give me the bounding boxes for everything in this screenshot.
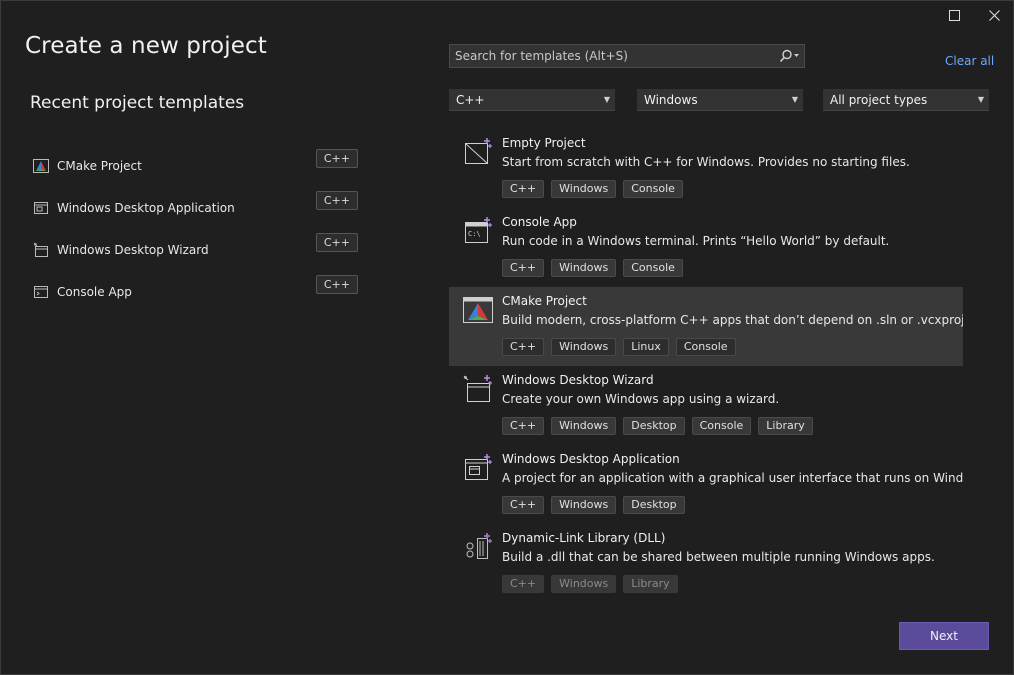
maximize-icon[interactable] <box>939 4 969 26</box>
template-tag: C++ <box>502 496 545 514</box>
template-description: A project for an application with a grap… <box>502 471 963 485</box>
template-tag: Windows <box>551 417 617 435</box>
template-tag: C++ <box>502 575 545 593</box>
language-tag: C++ <box>315 191 358 210</box>
template-description: Start from scratch with C++ for Windows.… <box>502 155 910 169</box>
template-tag: Console <box>691 417 752 435</box>
page-title: Create a new project <box>25 33 267 59</box>
platform-filter-dropdown[interactable]: Windows ▼ <box>637 89 803 111</box>
svg-text:C:\: C:\ <box>468 230 481 238</box>
template-description: Create your own Windows app using a wiza… <box>502 392 780 406</box>
template-tag: Windows <box>551 259 617 277</box>
recent-item-label: Windows Desktop Wizard <box>57 243 209 257</box>
template-tags: C++ Windows Linux Console <box>502 338 736 356</box>
template-tags: C++ Windows Desktop Console Library <box>502 417 813 435</box>
recent-item-windows-desktop-wizard[interactable]: Windows Desktop Wizard C++ <box>30 229 360 271</box>
close-icon[interactable] <box>979 4 1009 26</box>
template-description: Build modern, cross-platform C++ apps th… <box>502 313 963 327</box>
template-name: Console App <box>502 215 577 229</box>
template-tag: C++ <box>502 417 545 435</box>
template-tags: C++ Windows Console <box>502 259 683 277</box>
template-name: Windows Desktop Wizard <box>502 373 654 387</box>
template-tag: C++ <box>502 259 545 277</box>
template-results-list: Empty Project Start from scratch with C+… <box>449 129 963 599</box>
cmake-project-icon <box>463 297 493 323</box>
template-tag: C++ <box>502 338 545 356</box>
chevron-down-icon: ▼ <box>977 95 985 104</box>
template-name: Empty Project <box>502 136 586 150</box>
dll-icon <box>466 533 492 559</box>
template-tag: C++ <box>502 180 545 198</box>
recent-item-cmake-project[interactable]: CMake Project C++ <box>30 145 360 187</box>
recent-item-console-app[interactable]: Console App C++ <box>30 271 360 313</box>
template-tags: C++ Windows Desktop <box>502 496 685 514</box>
template-tags: C++ Windows Library <box>502 575 678 593</box>
template-tag: Windows <box>551 496 617 514</box>
language-tag: C++ <box>315 149 358 168</box>
desktop-application-icon <box>465 454 492 480</box>
template-name: Windows Desktop Application <box>502 452 680 466</box>
search-input[interactable]: Search for templates (Alt+S) <box>449 44 805 68</box>
template-name: Dynamic-Link Library (DLL) <box>502 531 666 545</box>
recent-item-label: Windows Desktop Application <box>57 201 235 215</box>
template-tag: Windows <box>551 180 617 198</box>
template-tag: Console <box>675 338 736 356</box>
chevron-down-icon: ▼ <box>791 95 799 104</box>
desktop-app-icon <box>34 202 48 214</box>
empty-project-icon <box>465 138 492 164</box>
project-type-filter-value: All project types <box>830 92 928 107</box>
template-name: CMake Project <box>502 294 587 308</box>
template-item-console-app[interactable]: C:\ Console App Run code in a Windows te… <box>449 208 963 287</box>
template-tag: Library <box>758 417 813 435</box>
desktop-wizard-icon <box>463 375 492 402</box>
template-item-cmake-project[interactable]: CMake Project Build modern, cross-platfo… <box>449 287 963 366</box>
cmake-icon <box>33 159 49 173</box>
recent-item-label: CMake Project <box>57 159 142 173</box>
recent-item-windows-desktop-application[interactable]: Windows Desktop Application C++ <box>30 187 360 229</box>
template-tag: Console <box>623 259 683 277</box>
template-tag: Windows <box>551 338 617 356</box>
chevron-down-icon: ▼ <box>603 95 611 104</box>
recent-item-label: Console App <box>57 285 132 299</box>
language-filter-value: C++ <box>456 92 485 107</box>
search-icon[interactable] <box>776 49 804 63</box>
template-tag: Console <box>623 180 683 198</box>
recent-templates-list: CMake Project C++ Windows Desktop Applic… <box>30 145 360 313</box>
template-item-windows-desktop-application[interactable]: Windows Desktop Application A project fo… <box>449 445 963 524</box>
wizard-icon <box>33 242 48 257</box>
template-tag: Linux <box>623 338 669 356</box>
template-description: Run code in a Windows terminal. Prints “… <box>502 234 890 248</box>
template-tag: Library <box>623 575 678 593</box>
template-item-empty-project[interactable]: Empty Project Start from scratch with C+… <box>449 129 963 208</box>
template-tag: Desktop <box>623 417 685 435</box>
template-description: Build a .dll that can be shared between … <box>502 550 935 564</box>
project-type-filter-dropdown[interactable]: All project types ▼ <box>823 89 989 111</box>
clear-all-link[interactable]: Clear all <box>945 54 994 68</box>
search-placeholder: Search for templates (Alt+S) <box>455 49 628 63</box>
template-item-dll[interactable]: Dynamic-Link Library (DLL) Build a .dll … <box>449 524 963 599</box>
template-tag: Desktop <box>623 496 685 514</box>
language-tag: C++ <box>315 233 358 252</box>
next-button[interactable]: Next <box>899 622 989 650</box>
template-tag: Windows <box>551 575 617 593</box>
template-tags: C++ Windows Console <box>502 180 683 198</box>
recent-templates-heading: Recent project templates <box>30 93 245 113</box>
console-app-icon: C:\ <box>465 217 492 243</box>
template-item-windows-desktop-wizard[interactable]: Windows Desktop Wizard Create your own W… <box>449 366 963 445</box>
platform-filter-value: Windows <box>644 92 698 107</box>
console-icon <box>34 286 48 298</box>
language-filter-dropdown[interactable]: C++ ▼ <box>449 89 615 111</box>
language-tag: C++ <box>315 275 358 294</box>
